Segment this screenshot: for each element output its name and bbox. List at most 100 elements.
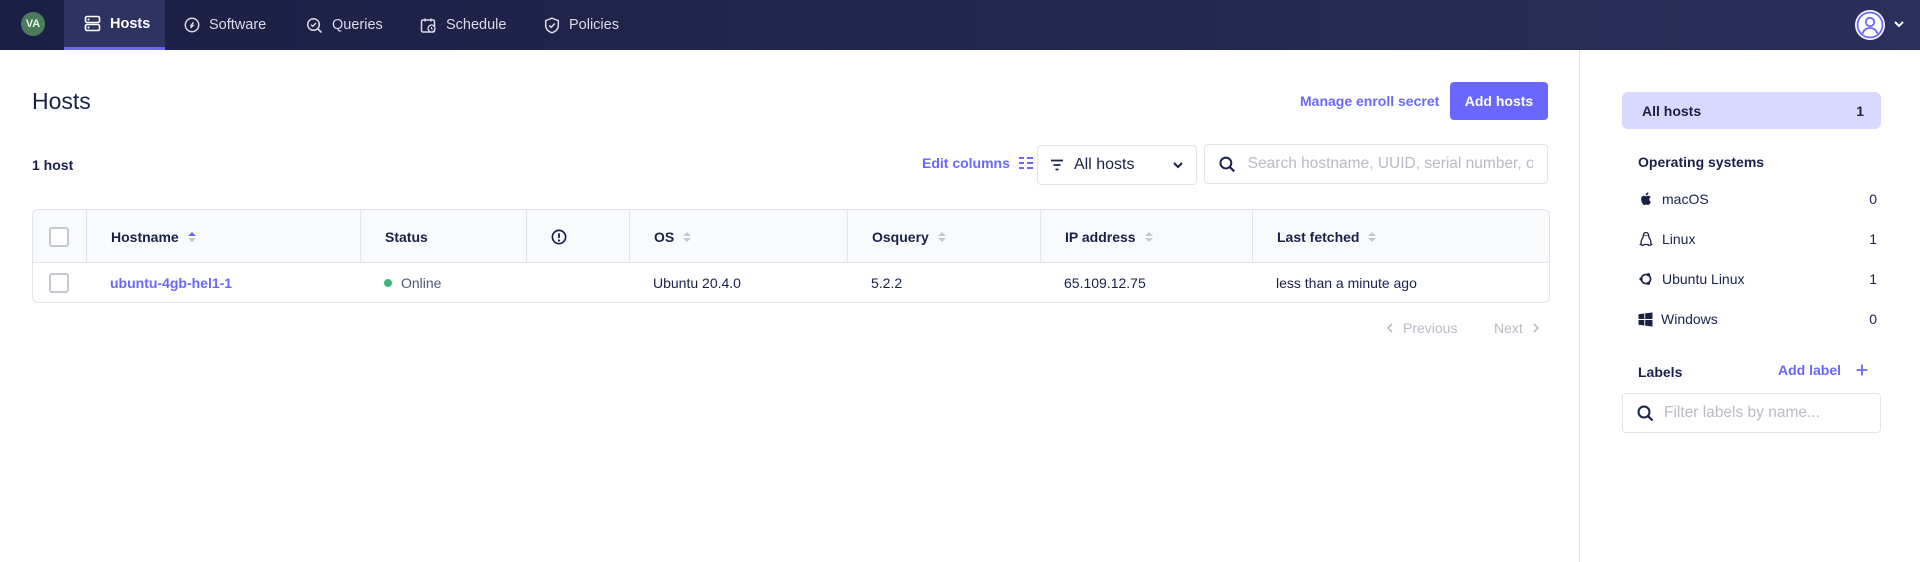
sort-icon [682,231,692,243]
column-header-last-fetched-label: Last fetched [1277,228,1360,245]
label-filter-box [1622,393,1881,433]
sidebar-item-linux[interactable]: Linux 1 [1638,224,1877,254]
operating-systems-title: Operating systems [1638,154,1765,170]
queries-icon [306,17,323,33]
next-label: Next [1494,320,1523,336]
column-header-hostname-label: Hostname [111,228,179,245]
column-header-osquery[interactable]: Osquery [847,210,1040,263]
previous-page-button[interactable]: Previous [1385,320,1457,336]
status-text: Online [401,275,442,291]
apple-icon [1641,192,1651,205]
org-logo[interactable]: VA [21,12,45,36]
column-header-last-fetched[interactable]: Last fetched [1252,210,1549,263]
sidebar-item-macos[interactable]: macOS 0 [1638,184,1877,214]
top-navigation: VA Hosts Software Queries Schedule Polic… [0,0,1920,50]
sidebar-item-all-hosts[interactable]: All hosts 1 [1622,92,1881,129]
edit-columns-label: Edit columns [922,155,1010,171]
plus-icon [1856,364,1868,376]
host-search-input[interactable] [1247,155,1533,173]
os-name: Windows [1661,311,1718,327]
sort-icon [1144,231,1154,243]
add-label-button[interactable]: Add label [1778,362,1869,378]
schedule-icon [420,18,436,33]
sort-icon [937,231,947,243]
hostname-link[interactable]: ubuntu-4gb-hel1-1 [110,275,232,291]
table-header: Hostname Status OS Osquery IP address La… [33,210,1549,263]
search-icon [1637,405,1654,421]
all-hosts-count: 1 [1856,102,1864,119]
host-search-box [1204,144,1548,184]
manage-enroll-secret-button[interactable]: Manage enroll secret [1300,93,1439,109]
software-icon [184,17,200,33]
column-header-status-label: Status [385,228,428,245]
sidebar-item-windows[interactable]: Windows 0 [1638,304,1877,334]
tab-software[interactable]: Software [184,0,266,50]
hosts-table: Hostname Status OS Osquery IP address La… [32,209,1550,303]
os-cell: Ubuntu 20.4.0 [653,275,741,291]
linux-icon [1639,231,1653,247]
row-select-cell [33,263,86,302]
issues-icon [551,229,567,244]
label-filter-input[interactable] [1664,404,1864,422]
select-all-cell [33,210,86,263]
windows-icon [1638,311,1653,327]
os-count: 1 [1869,271,1877,287]
columns-icon [1018,157,1033,169]
column-header-status[interactable]: Status [360,210,526,263]
column-header-osquery-label: Osquery [872,228,929,245]
labels-sidebar: All hosts 1 Operating systems macOS 0 Li… [1579,50,1920,562]
user-menu-button[interactable] [1855,10,1885,40]
os-name: macOS [1662,191,1709,207]
tab-hosts-label: Hosts [110,15,151,32]
column-header-ip-label: IP address [1065,228,1136,245]
sort-ascending-icon [187,231,197,243]
edit-columns-button[interactable]: Edit columns [922,155,1033,171]
add-label-text: Add label [1778,362,1842,378]
column-header-os[interactable]: OS [629,210,847,263]
user-avatar-icon [1856,11,1884,39]
sort-icon [1367,231,1377,243]
osquery-cell: 5.2.2 [871,275,903,291]
column-header-ip-address[interactable]: IP address [1040,210,1252,263]
add-hosts-button[interactable]: Add hosts [1450,82,1548,120]
hosts-icon [84,15,101,32]
tab-software-label: Software [209,17,267,33]
filter-selected-value: All hosts [1074,156,1135,173]
tab-policies-label: Policies [569,17,619,33]
last-fetched-cell: less than a minute ago [1276,275,1417,291]
os-count: 0 [1869,311,1877,327]
tab-schedule[interactable]: Schedule [420,0,506,50]
policies-icon [544,16,560,34]
page-title: Hosts [32,88,91,114]
tab-queries[interactable]: Queries [306,0,383,50]
ubuntu-icon [1639,273,1652,285]
hostname-cell: ubuntu-4gb-hel1-1 [86,263,360,302]
ip-address-cell: 65.109.12.75 [1064,275,1146,291]
tab-schedule-label: Schedule [446,17,507,33]
column-header-os-label: OS [654,228,675,245]
labels-title: Labels [1638,364,1683,380]
table-row[interactable]: ubuntu-4gb-hel1-1 Online Ubuntu 20.4.0 5… [33,263,1549,302]
row-checkbox[interactable] [49,273,69,293]
next-page-button[interactable]: Next [1494,320,1541,336]
tab-policies[interactable]: Policies [544,0,619,50]
chevron-down-icon[interactable] [1893,18,1905,30]
filter-icon [1051,159,1063,171]
status-indicator-online [384,279,392,287]
host-status-filter-dropdown[interactable]: All hosts [1037,145,1197,185]
select-all-checkbox[interactable] [49,226,69,247]
all-hosts-label: All hosts [1642,102,1702,119]
tab-hosts[interactable]: Hosts [64,0,165,50]
column-header-hostname[interactable]: Hostname [86,210,360,263]
chevron-right-icon [1533,323,1539,333]
search-icon [1219,156,1236,172]
chevron-left-icon [1386,323,1393,333]
tab-queries-label: Queries [332,17,383,33]
sidebar-item-ubuntu-linux[interactable]: Ubuntu Linux 1 [1638,264,1877,294]
column-header-issues[interactable] [526,210,629,263]
os-name: Linux [1662,231,1696,247]
os-name: Ubuntu Linux [1662,271,1745,287]
previous-label: Previous [1403,320,1458,336]
os-count: 1 [1869,231,1877,247]
chevron-down-icon [1173,162,1183,169]
